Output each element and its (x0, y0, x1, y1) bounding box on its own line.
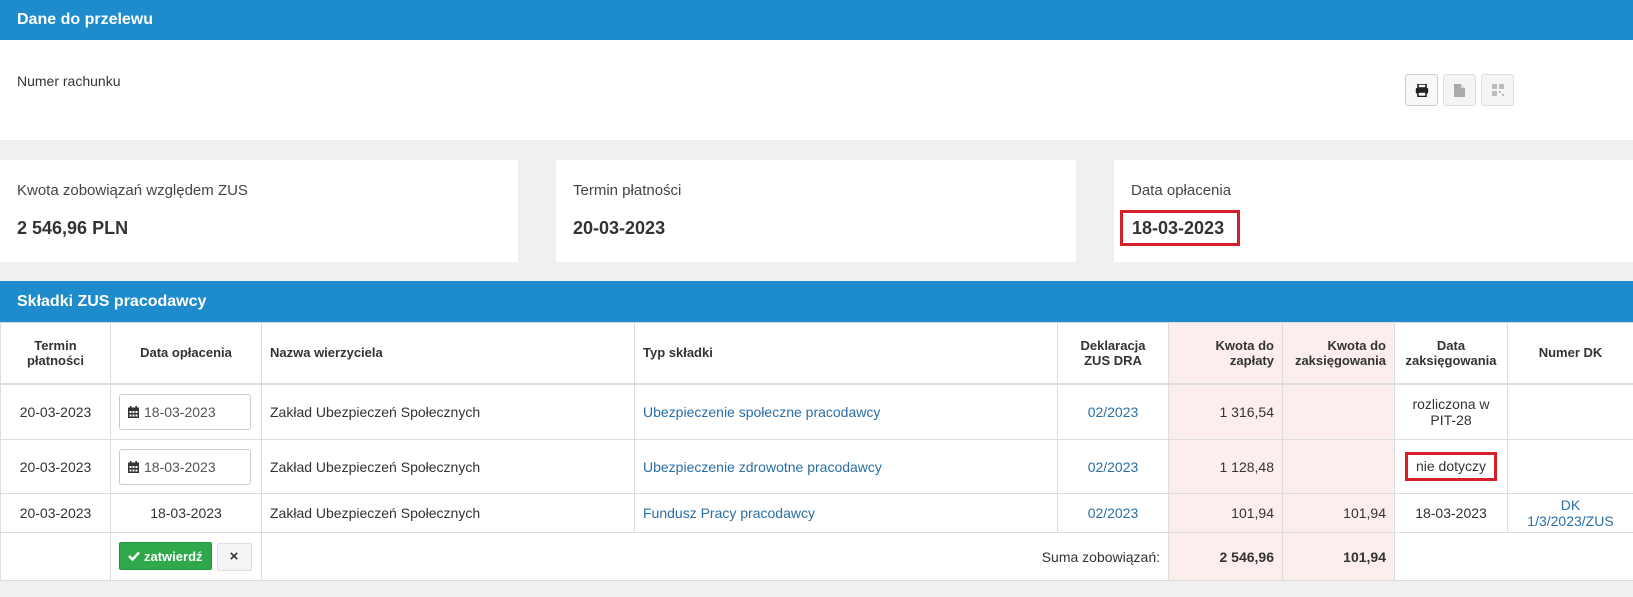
qr-code-button[interactable] (1481, 74, 1514, 106)
liabilities-card: Kwota zobowiązań względem ZUS 2 546,96 P… (0, 160, 518, 262)
contribution-type-link[interactable]: Ubezpieczenie zdrowotne pracodawcy (643, 459, 882, 475)
transfer-section-header: Dane do przelewu (0, 0, 1633, 40)
summary-row: zatwierdź × Suma zobowiązań: 2 546,96 10… (0, 532, 1633, 581)
document-button[interactable] (1443, 74, 1476, 106)
table-row: 20-03-2023 18-03-2023 Zakład Ubezpieczeń… (0, 383, 1633, 440)
col-dk-number[interactable]: Numer DK (1507, 322, 1633, 385)
payment-date-label: Data opłacenia (1131, 182, 1232, 199)
due-date-label: Termin płatności (573, 182, 682, 199)
col-amount-booked[interactable]: Kwota do zaksięgowania (1282, 322, 1395, 385)
contributions-section-header: Składki ZUS pracodawcy (0, 281, 1633, 322)
contribution-type-cell: Ubezpieczenie zdrowotne pracodawcy (634, 439, 1058, 494)
due-date-value: 20-03-2023 (573, 218, 666, 238)
col-due-date[interactable]: Termin płatności (0, 322, 111, 385)
summary-empty-cell (0, 532, 111, 581)
booking-date-cell: rozliczona w PIT-28 (1394, 383, 1508, 440)
declaration-cell: 02/2023 (1057, 493, 1169, 533)
confirm-button[interactable]: zatwierdź (119, 542, 212, 571)
declaration-link[interactable]: 02/2023 (1088, 459, 1139, 475)
booking-date-cell: nie dotyczy (1394, 439, 1508, 494)
payment-date-cell: 18-03-2023 (110, 439, 262, 494)
due-date-cell: 20-03-2023 (0, 493, 111, 533)
amount-booked-cell (1282, 439, 1395, 494)
declaration-link[interactable]: 02/2023 (1088, 505, 1139, 521)
sum-amount-booked: 101,94 (1282, 532, 1395, 581)
table-row: 20-03-2023 18-03-2023 Zakład Ubezpieczeń… (0, 439, 1633, 494)
creditor-cell: Zakład Ubezpieczeń Społecznych (261, 439, 635, 494)
amount-due-cell: 1 128,48 (1168, 439, 1283, 494)
liabilities-label: Kwota zobowiązań względem ZUS (17, 182, 248, 199)
col-declaration[interactable]: Deklaracja ZUS DRA (1057, 322, 1169, 385)
contributions-panel: Termin płatności Data opłacenia Nazwa wi… (0, 322, 1633, 581)
payment-date-cell: 18-03-2023 (110, 383, 262, 440)
calendar-icon (128, 460, 139, 473)
payment-date-input[interactable]: 18-03-2023 (119, 393, 251, 430)
col-amount-due[interactable]: Kwota do zapłaty (1168, 322, 1283, 385)
account-panel: Numer rachunku (0, 40, 1633, 140)
document-icon (1454, 83, 1465, 97)
qr-code-icon (1491, 84, 1504, 96)
payment-date-value: 18-03-2023 (144, 403, 216, 420)
liabilities-value: 2 546,96 PLN (17, 218, 129, 238)
booking-date-cell: 18-03-2023 (1394, 493, 1508, 533)
print-button[interactable] (1405, 74, 1438, 106)
close-icon: × (229, 548, 239, 566)
creditor-cell: Zakład Ubezpieczeń Społecznych (261, 493, 635, 533)
col-booking-date[interactable]: Data zaksięgowania (1394, 322, 1508, 385)
summary-actions-cell: zatwierdź × (110, 532, 262, 581)
amount-due-cell: 101,94 (1168, 493, 1283, 533)
contribution-type-cell: Fundusz Pracy pracodawcy (634, 493, 1058, 533)
sum-amount-due: 2 546,96 (1168, 532, 1283, 581)
account-number-label: Numer rachunku (17, 73, 121, 89)
creditor-cell: Zakład Ubezpieczeń Społecznych (261, 383, 635, 440)
due-date-cell: 20-03-2023 (0, 383, 111, 440)
calendar-icon (128, 405, 139, 418)
contribution-type-cell: Ubezpieczenie społeczne pracodawcy (634, 383, 1058, 440)
payment-date-card: Data opłacenia 18-03-2023 (1114, 160, 1633, 262)
dk-number-cell (1507, 383, 1633, 440)
dk-number-cell: DK 1/3/2023/ZUS (1507, 493, 1633, 533)
declaration-link[interactable]: 02/2023 (1088, 404, 1139, 420)
col-payment-date[interactable]: Data opłacenia (110, 322, 262, 385)
not-applicable-highlight: nie dotyczy (1404, 452, 1498, 481)
amount-due-cell: 1 316,54 (1168, 383, 1283, 440)
summary-label-cell: Suma zobowiązań: (261, 532, 1169, 581)
declaration-cell: 02/2023 (1057, 439, 1169, 494)
col-contribution-type[interactable]: Typ składki (634, 322, 1058, 385)
due-date-card: Termin płatności 20-03-2023 (556, 160, 1076, 262)
due-date-cell: 20-03-2023 (0, 439, 111, 494)
contribution-type-link[interactable]: Ubezpieczenie społeczne pracodawcy (643, 404, 880, 420)
table-row: 20-03-2023 18-03-2023 Zakład Ubezpieczeń… (0, 493, 1633, 533)
confirm-label: zatwierdź (144, 548, 203, 564)
contributions-section-title: Składki ZUS pracodawcy (17, 292, 207, 310)
check-icon (128, 551, 140, 562)
table-header-row: Termin płatności Data opłacenia Nazwa wi… (0, 322, 1633, 385)
cancel-button[interactable]: × (216, 542, 252, 571)
payment-date-cell: 18-03-2023 (110, 493, 262, 533)
summary-trailing-cell (1394, 532, 1633, 581)
col-creditor[interactable]: Nazwa wierzyciela (261, 322, 635, 385)
sum-label: Suma zobowiązań: (1041, 548, 1160, 565)
contribution-type-link[interactable]: Fundusz Pracy pracodawcy (643, 505, 815, 521)
amount-booked-cell (1282, 383, 1395, 440)
payment-date-input[interactable]: 18-03-2023 (119, 448, 251, 485)
payment-date-value: 18-03-2023 (1132, 218, 1225, 238)
contributions-table: Termin płatności Data opłacenia Nazwa wi… (0, 322, 1633, 581)
transfer-section-title: Dane do przelewu (17, 11, 154, 28)
declaration-cell: 02/2023 (1057, 383, 1169, 440)
amount-booked-cell: 101,94 (1282, 493, 1395, 533)
payment-date-value: 18-03-2023 (144, 458, 216, 475)
dk-number-cell (1507, 439, 1633, 494)
dk-number-link[interactable]: DK 1/3/2023/ZUS (1527, 497, 1613, 529)
print-icon (1415, 83, 1428, 97)
